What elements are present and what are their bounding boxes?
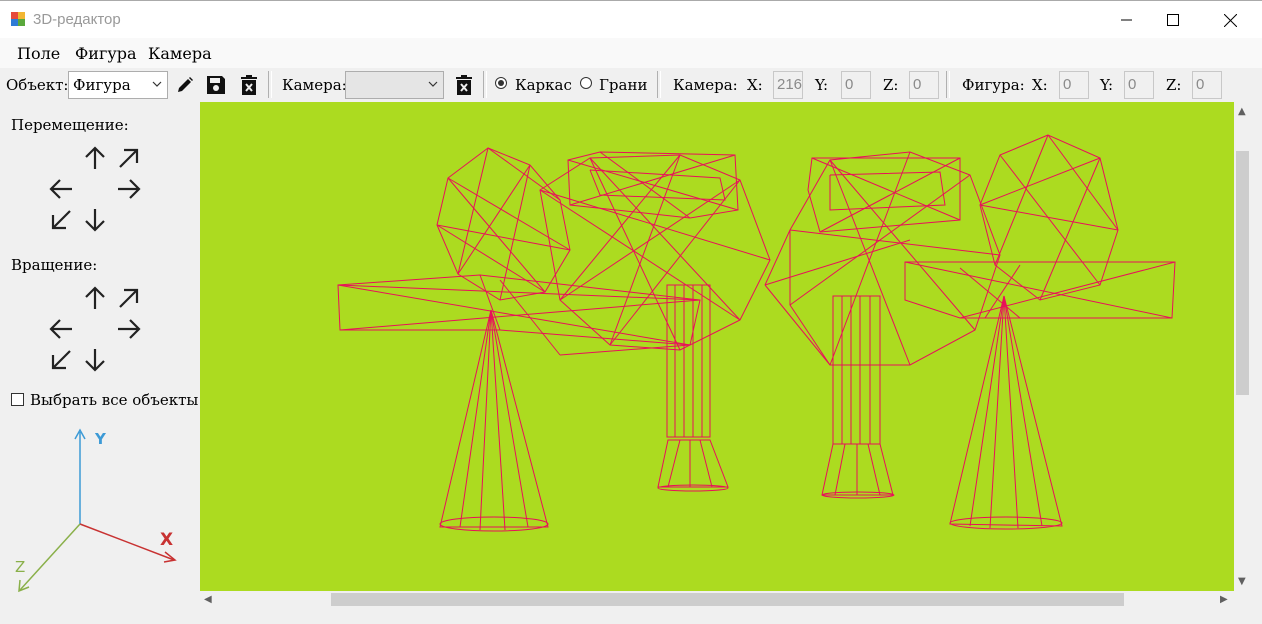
delete-camera-button[interactable] bbox=[452, 72, 476, 98]
arrow-up-icon bbox=[85, 286, 105, 309]
maximize-icon bbox=[1167, 14, 1179, 26]
close-icon bbox=[1223, 13, 1237, 27]
move-left-button[interactable] bbox=[45, 173, 77, 205]
x-axis-label: X bbox=[160, 530, 173, 550]
camera-label: Камера: bbox=[282, 76, 347, 94]
move-label: Перемещение: bbox=[11, 116, 129, 134]
arrow-down-left-icon bbox=[51, 350, 71, 370]
minimize-icon bbox=[1121, 19, 1132, 21]
rotate-left-button[interactable] bbox=[45, 313, 77, 345]
menu-figure[interactable]: Фигура bbox=[75, 44, 137, 63]
menu-field[interactable]: Поле bbox=[17, 44, 60, 63]
scroll-left-icon[interactable]: ◀ bbox=[204, 594, 212, 605]
z-axis-label: Z bbox=[15, 558, 25, 576]
move-down-button[interactable] bbox=[79, 204, 111, 236]
figure-z-label: Z: bbox=[1166, 76, 1182, 94]
scroll-down-icon[interactable]: ▼ bbox=[1238, 576, 1246, 587]
toolbar-separator bbox=[946, 71, 950, 98]
edit-button[interactable] bbox=[173, 72, 197, 98]
rotate-down-left-button[interactable] bbox=[45, 344, 77, 376]
figure-x-label: X: bbox=[1032, 76, 1048, 94]
camera-coords-label: Камера: bbox=[673, 76, 738, 94]
right-tree-trunk bbox=[821, 295, 895, 499]
camera-z-label: Z: bbox=[883, 76, 899, 94]
figure-y-label: Y: bbox=[1100, 76, 1114, 94]
floppy-disk-icon bbox=[207, 76, 225, 94]
figure-z-field[interactable]: 0 bbox=[1192, 71, 1222, 99]
toolbar-separator bbox=[483, 71, 487, 98]
rotate-label: Вращение: bbox=[11, 256, 98, 274]
save-button[interactable] bbox=[204, 72, 228, 98]
camera-y-label: Y: bbox=[815, 76, 829, 94]
horizontal-scroll-thumb[interactable] bbox=[331, 593, 1124, 606]
arrow-right-icon bbox=[118, 319, 141, 339]
object-select-value: Фигура bbox=[73, 76, 131, 94]
menu-camera[interactable]: Камера bbox=[148, 44, 212, 63]
arrow-down-left-icon bbox=[51, 210, 71, 230]
maximize-button[interactable] bbox=[1150, 1, 1196, 39]
move-down-left-button[interactable] bbox=[45, 204, 77, 236]
object-select[interactable]: Фигура bbox=[68, 71, 168, 99]
close-button[interactable] bbox=[1207, 1, 1253, 39]
rotate-right-button[interactable] bbox=[113, 313, 145, 345]
trash-icon bbox=[456, 75, 472, 95]
move-up-button[interactable] bbox=[79, 142, 111, 174]
figure-coords-label: Фигура: bbox=[962, 76, 1025, 94]
left-cone bbox=[439, 309, 549, 532]
select-all-checkbox[interactable] bbox=[11, 393, 24, 406]
camera-y-field[interactable]: 0 bbox=[841, 71, 871, 99]
move-up-right-button[interactable] bbox=[113, 142, 145, 174]
chevron-down-icon bbox=[428, 81, 438, 87]
camera-select[interactable] bbox=[345, 71, 444, 99]
arrow-right-icon bbox=[118, 179, 141, 199]
arrow-up-right-icon bbox=[119, 148, 139, 168]
rotate-up-button[interactable] bbox=[79, 282, 111, 314]
z-axis-line bbox=[19, 523, 81, 591]
arrow-up-icon bbox=[85, 146, 105, 169]
camera-x-label: X: bbox=[747, 76, 763, 94]
menu-bar: Поле Фигура Камера bbox=[0, 38, 1262, 68]
arrow-left-icon bbox=[49, 319, 72, 339]
arrow-left-icon bbox=[49, 179, 72, 199]
figure-x-field[interactable]: 0 bbox=[1059, 71, 1089, 99]
rotate-up-right-button[interactable] bbox=[113, 282, 145, 314]
faces-label[interactable]: Грани bbox=[599, 76, 647, 94]
arrow-up-right-icon bbox=[119, 288, 139, 308]
right-cone bbox=[949, 295, 1063, 530]
faces-radio[interactable] bbox=[580, 77, 592, 89]
camera-z-field[interactable]: 0 bbox=[909, 71, 939, 99]
vertical-scroll-thumb[interactable] bbox=[1236, 151, 1249, 395]
arrow-down-icon bbox=[85, 349, 105, 372]
toolbar: Объект: Фигура Камера: Каркас Грани Каме… bbox=[0, 68, 1262, 102]
right-tree-crown bbox=[764, 134, 1176, 366]
delete-object-button[interactable] bbox=[237, 72, 261, 98]
left-tree-crown bbox=[337, 147, 771, 356]
select-all-label[interactable]: Выбрать все объекты bbox=[30, 391, 198, 409]
scene-viewport[interactable] bbox=[200, 102, 1234, 591]
title-bar: 3D-редактор bbox=[0, 0, 1262, 38]
camera-x-field[interactable]: 216 bbox=[773, 71, 803, 99]
app-icon bbox=[11, 12, 25, 26]
rotate-down-button[interactable] bbox=[79, 344, 111, 376]
pencil-icon bbox=[178, 77, 193, 92]
toolbar-separator bbox=[268, 71, 272, 98]
minimize-button[interactable] bbox=[1104, 1, 1150, 39]
axes-gizmo: Y X Z bbox=[15, 428, 177, 593]
y-axis-label: Y bbox=[94, 430, 107, 448]
chevron-down-icon bbox=[152, 81, 162, 87]
wireframe-scene bbox=[337, 134, 1176, 532]
arrow-down-icon bbox=[85, 209, 105, 232]
toolbar-separator bbox=[657, 71, 661, 98]
object-label: Объект: bbox=[6, 76, 69, 94]
trash-icon bbox=[241, 75, 257, 95]
figure-y-field[interactable]: 0 bbox=[1124, 71, 1154, 99]
left-tree-trunk bbox=[657, 284, 729, 492]
window-title: 3D-редактор bbox=[33, 11, 121, 28]
scroll-right-icon[interactable]: ▶ bbox=[1220, 594, 1228, 605]
wireframe-label[interactable]: Каркас bbox=[515, 76, 572, 94]
scroll-up-icon[interactable]: ▲ bbox=[1238, 106, 1246, 117]
wireframe-radio[interactable] bbox=[495, 77, 507, 89]
control-panel: Перемещение: Вращение: Выбрать все объек… bbox=[0, 102, 200, 624]
move-right-button[interactable] bbox=[113, 173, 145, 205]
